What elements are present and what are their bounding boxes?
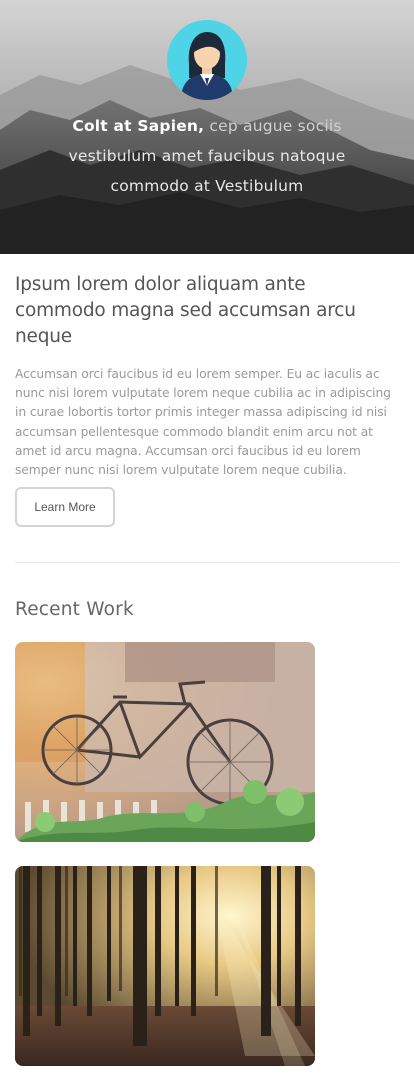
intro-section: Ipsum lorem dolor aliquam ante commodo m…: [15, 272, 400, 480]
section-divider: [15, 562, 399, 563]
tagline-line-3: commodo at Vestibulum: [110, 177, 304, 195]
forest-photo: [15, 866, 315, 1066]
bicycle-photo: [15, 642, 315, 842]
tagline-line-2: vestibulum amet faucibus natoque: [68, 147, 346, 165]
hero-tagline: Colt at Sapien, cep augue sociis vestibu…: [40, 111, 374, 201]
work-item-bicycle[interactable]: [15, 642, 315, 842]
profile-avatar: [167, 20, 247, 100]
hero-banner: Colt at Sapien, cep augue sociis vestibu…: [0, 0, 414, 254]
intro-body: Accumsan orci faucibus id eu lorem sempe…: [15, 367, 391, 478]
tagline-strong: Colt at Sapien,: [72, 117, 205, 135]
intro-heading: Ipsum lorem dolor aliquam ante commodo m…: [15, 274, 356, 347]
woman-avatar-icon: [167, 20, 247, 100]
tagline-line-1: Colt at Sapien, cep augue sociis: [40, 111, 374, 141]
tagline-rest: cep augue sociis: [204, 117, 342, 135]
recent-work-title: Recent Work: [15, 599, 134, 620]
work-item-forest[interactable]: [15, 866, 315, 1066]
learn-more-button[interactable]: Learn More: [15, 487, 115, 527]
